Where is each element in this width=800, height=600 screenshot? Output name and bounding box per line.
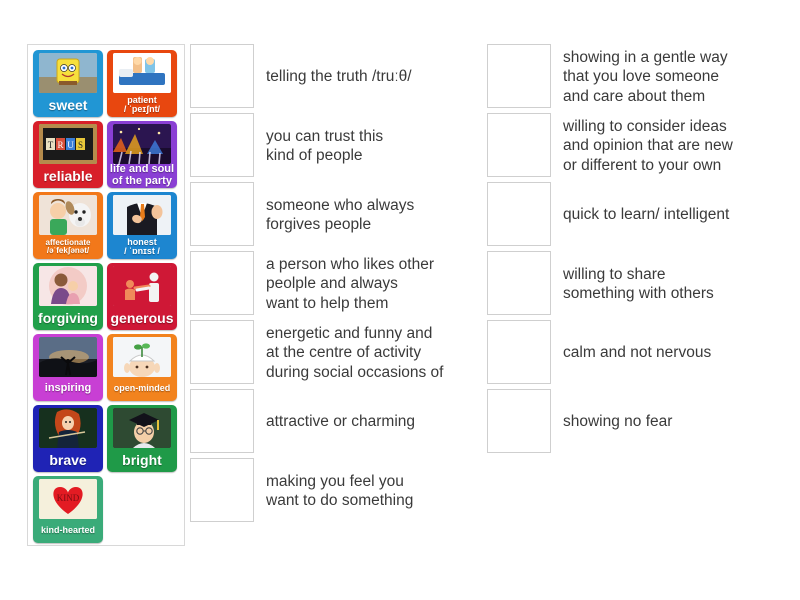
word-tile-panel: sweet patient / ˈpeɪʃnt/T R U Sreliable life … — [27, 44, 185, 546]
word-tile-image: TRUS — [39, 124, 97, 164]
answer-dropbox[interactable] — [487, 113, 551, 177]
word-tile[interactable]: patient / ˈpeɪʃnt/ — [107, 50, 177, 117]
definition-row: showing no fear — [487, 389, 787, 453]
word-tile[interactable]: T R U Sreliable — [33, 121, 103, 188]
word-tile[interactable]: bright — [107, 405, 177, 472]
word-tile-image — [39, 337, 97, 377]
definition-row: willing to consider ideas and opinion th… — [487, 113, 787, 177]
definition-row: calm and not nervous — [487, 320, 787, 384]
definition-text: energetic and funny and at the centre of… — [266, 324, 444, 381]
answer-dropbox[interactable] — [487, 182, 551, 246]
definition-column-middle: telling the truth /truːθ/you can trust t… — [190, 44, 480, 527]
answer-dropbox[interactable] — [190, 113, 254, 177]
word-tile[interactable]: generous — [107, 263, 177, 330]
definition-text: showing no fear — [563, 413, 673, 431]
definition-text: a person who likes other peolple and alw… — [266, 255, 435, 312]
word-tile[interactable]: affectionate /əˈfekʃənət/ — [33, 192, 103, 259]
answer-dropbox[interactable] — [487, 44, 551, 108]
word-tile-image — [113, 266, 171, 306]
word-tile-label: forgiving — [38, 309, 98, 326]
definition-text: someone who always forgives people — [266, 196, 415, 233]
word-tile-label: generous — [110, 309, 174, 326]
word-tile-label: honest / ˈɒnɪst / — [124, 236, 160, 256]
word-tile[interactable]: inspiring — [33, 334, 103, 401]
svg-text:S: S — [78, 140, 83, 150]
answer-dropbox[interactable] — [487, 320, 551, 384]
definition-row: showing in a gentle way that you love so… — [487, 44, 787, 108]
answer-dropbox[interactable] — [190, 458, 254, 522]
word-tile-image — [39, 195, 97, 235]
word-tile-label: patient / ˈpeɪʃnt/ — [123, 94, 161, 114]
svg-text:U: U — [67, 140, 74, 150]
word-tile-image — [113, 124, 171, 164]
word-tile-image — [113, 408, 171, 448]
definition-text: calm and not nervous — [563, 344, 712, 362]
word-tile[interactable]: brave — [33, 405, 103, 472]
answer-dropbox[interactable] — [190, 389, 254, 453]
answer-dropbox[interactable] — [190, 44, 254, 108]
word-tile[interactable]: sweet — [33, 50, 103, 117]
definition-text: telling the truth /truːθ/ — [266, 68, 412, 86]
definition-text: quick to learn/ intelligent — [563, 206, 730, 224]
answer-dropbox[interactable] — [487, 251, 551, 315]
definition-text: willing to consider ideas and opinion th… — [563, 117, 733, 174]
word-tile-image — [113, 53, 171, 93]
svg-text:R: R — [57, 140, 63, 150]
definition-text: attractive or charming — [266, 413, 416, 431]
definition-row: telling the truth /truːθ/ — [190, 44, 480, 108]
word-tile[interactable]: forgiving — [33, 263, 103, 330]
word-tile-label: sweet — [48, 96, 88, 113]
word-tile-label: life and soul of the party — [109, 163, 175, 187]
definition-row: a person who likes other peolple and alw… — [190, 251, 480, 315]
definition-text: making you feel you want to do something — [266, 472, 414, 509]
definition-row: quick to learn/ intelligent — [487, 182, 787, 246]
word-tile-image — [39, 266, 97, 306]
word-tile[interactable]: open-minded — [107, 334, 177, 401]
word-tile-image — [113, 337, 171, 377]
word-tile-label: kind-hearted — [40, 525, 95, 536]
answer-dropbox[interactable] — [190, 320, 254, 384]
definition-row: someone who always forgives people — [190, 182, 480, 246]
word-tile-label: open-minded — [113, 383, 171, 394]
definition-column-right: showing in a gentle way that you love so… — [487, 44, 787, 458]
definition-row: you can trust this kind of people — [190, 113, 480, 177]
definition-row: attractive or charming — [190, 389, 480, 453]
word-tile-image — [113, 195, 171, 235]
definition-text: willing to share something with others — [563, 265, 714, 302]
word-tile-label: inspiring — [44, 382, 92, 395]
word-tile[interactable]: KIND kind-hearted — [33, 476, 103, 543]
definition-text: you can trust this kind of people — [266, 127, 384, 164]
word-tile-label: bright — [122, 451, 162, 468]
svg-text:KIND: KIND — [57, 493, 80, 503]
definition-row: willing to share something with others — [487, 251, 787, 315]
answer-dropbox[interactable] — [487, 389, 551, 453]
word-tile[interactable]: life and soul of the party — [107, 121, 177, 188]
word-tile-label: reliable — [43, 167, 93, 184]
definition-text: showing in a gentle way that you love so… — [563, 48, 728, 105]
word-tile-grid: sweet patient / ˈpeɪʃnt/T R U Sreliable life … — [33, 50, 181, 543]
word-tile-label: brave — [49, 451, 87, 468]
answer-dropbox[interactable] — [190, 182, 254, 246]
word-tile-image: KIND — [39, 479, 97, 519]
definition-row: making you feel you want to do something — [190, 458, 480, 522]
svg-text:T: T — [48, 140, 54, 150]
word-tile-image — [39, 408, 97, 448]
word-tile-label: affectionate /əˈfekʃənət/ — [45, 237, 91, 255]
definition-row: energetic and funny and at the centre of… — [190, 320, 480, 384]
word-tile-image — [39, 53, 97, 93]
word-tile[interactable]: honest / ˈɒnɪst / — [107, 192, 177, 259]
answer-dropbox[interactable] — [190, 251, 254, 315]
